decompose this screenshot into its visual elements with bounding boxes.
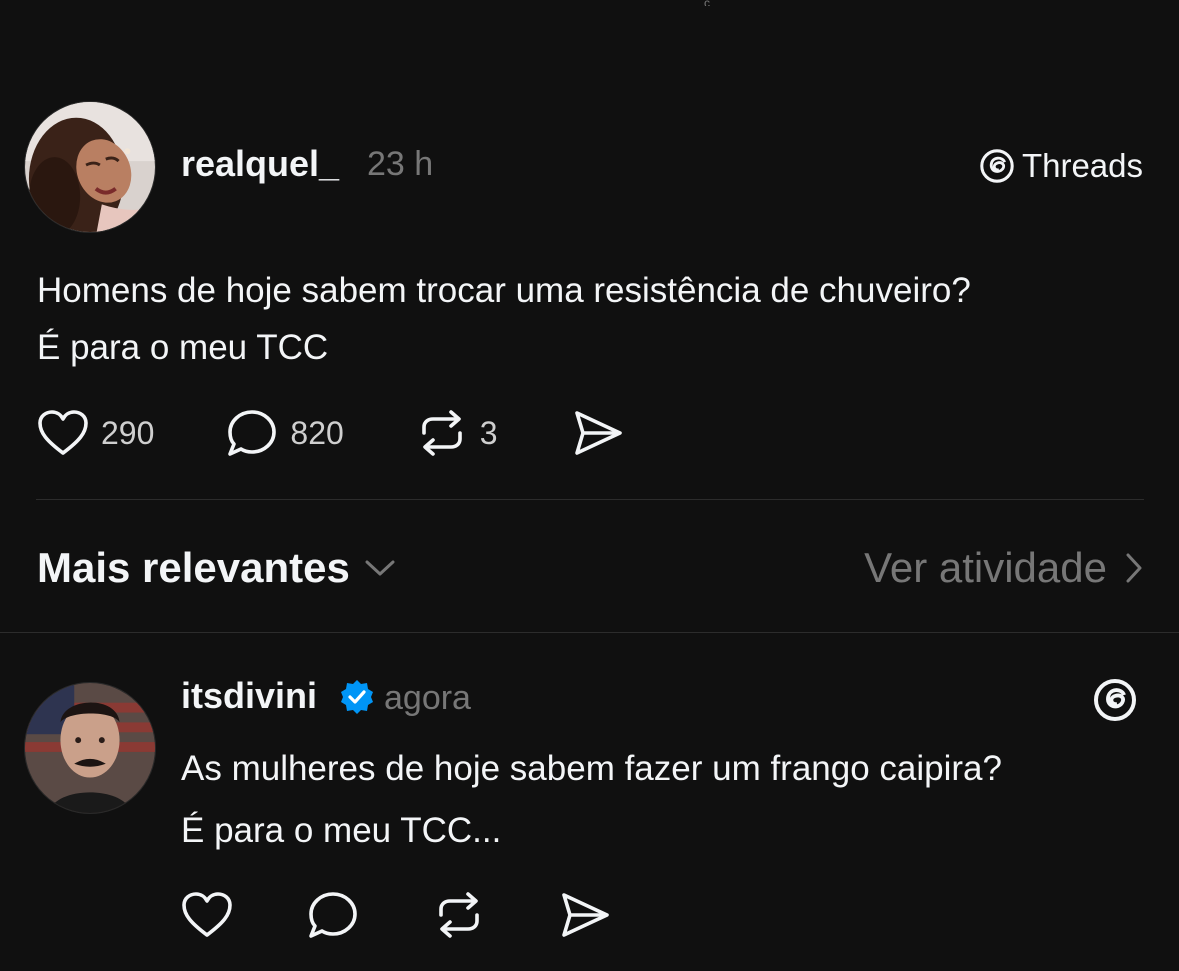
view-activity-link[interactable]: Ver atividade [864, 540, 1143, 596]
comment-count: 820 [290, 414, 344, 451]
chevron-down-icon [365, 560, 395, 576]
post-author-username[interactable]: realquel_ [181, 144, 339, 184]
threads-brand-badge[interactable]: Threads [978, 144, 1143, 188]
like-button[interactable]: 290 [37, 409, 154, 457]
reply-repost-button[interactable] [433, 891, 485, 939]
chevron-right-icon [1126, 553, 1142, 583]
send-icon [562, 893, 609, 937]
post-timestamp: 23 h [367, 145, 434, 183]
repost-count: 3 [479, 414, 498, 451]
heart-icon [182, 892, 232, 937]
comment-button[interactable]: 820 [226, 408, 344, 458]
view-activity-label: Ver atividade [864, 544, 1107, 591]
post-body: Homens de hoje sabem trocar uma resistên… [37, 262, 1147, 376]
share-button[interactable] [572, 409, 624, 457]
reply-author-username[interactable]: itsdivini [181, 676, 317, 716]
reply-like-button[interactable] [181, 891, 233, 939]
reply-author-avatar[interactable] [24, 682, 156, 814]
reply-timestamp: agora [384, 679, 471, 717]
repost-icon [439, 892, 479, 938]
clipped-header-text: ç [704, 0, 718, 6]
verified-badge-icon [341, 680, 373, 714]
comment-bubble-icon [228, 410, 277, 456]
divider [36, 499, 1144, 500]
sort-dropdown[interactable]: Mais relevantes [37, 540, 396, 596]
reply-comment-button[interactable] [307, 890, 359, 940]
thread-detail-screen: ç realquel_ 23 h Threads Homens de hoje … [0, 0, 1179, 971]
divider [0, 632, 1179, 633]
post-actions: 290 820 3 [37, 408, 624, 458]
like-count: 290 [101, 414, 155, 451]
threads-logo-icon[interactable] [1091, 676, 1139, 724]
reply-share-button[interactable] [559, 891, 611, 939]
reply-body: As mulheres de hoje sabem fazer um frang… [181, 738, 1161, 862]
repost-button[interactable]: 3 [416, 409, 498, 457]
post-body-line-2: É para o meu TCC [37, 328, 329, 367]
reply-body-line-1: As mulheres de hoje sabem fazer um frang… [181, 749, 1002, 788]
heart-icon [38, 410, 88, 455]
repost-icon [421, 410, 462, 456]
comment-bubble-icon [309, 892, 357, 938]
reply-actions [181, 890, 611, 940]
threads-logo-icon [980, 149, 1014, 183]
sort-label: Mais relevantes [37, 544, 350, 591]
post-author-avatar[interactable] [24, 101, 156, 233]
threads-brand-label: Threads [1021, 147, 1143, 184]
reply-body-line-2: É para o meu TCC... [181, 811, 502, 850]
send-icon [574, 411, 622, 455]
post-body-line-1: Homens de hoje sabem trocar uma resistên… [37, 271, 971, 310]
